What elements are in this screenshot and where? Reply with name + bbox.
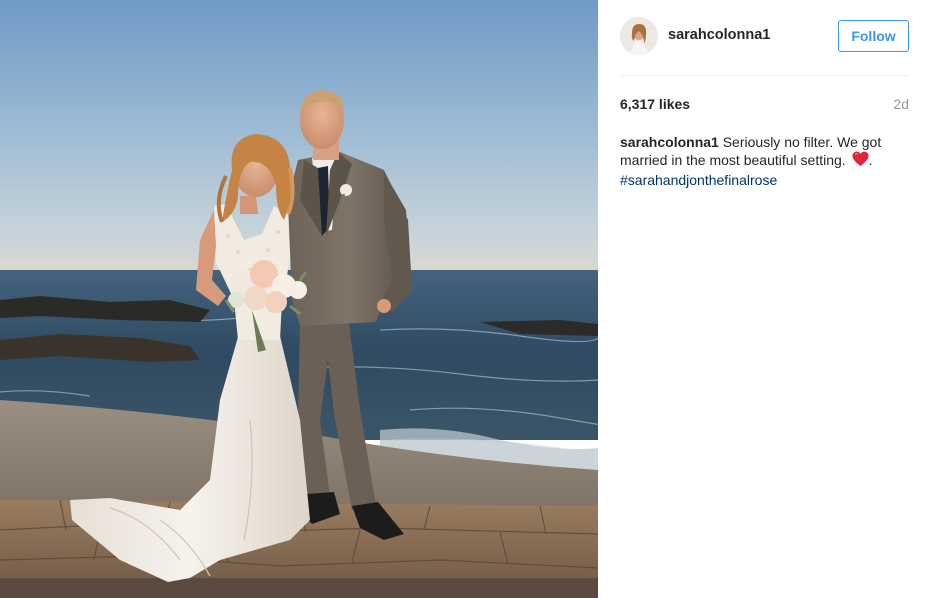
follow-button[interactable]: Follow	[838, 20, 909, 52]
red-heart-icon	[852, 151, 869, 171]
post-header: sarahcolonna1 Follow	[620, 0, 909, 76]
avatar-icon	[620, 17, 658, 55]
post-side-panel: sarahcolonna1 Follow 6,317 likes 2d sara…	[598, 0, 933, 598]
caption-trailing: .	[868, 152, 873, 168]
post-stats: 6,317 likes 2d	[620, 96, 909, 114]
instagram-post: sarahcolonna1 Follow 6,317 likes 2d sara…	[0, 0, 933, 598]
caption-username[interactable]: sarahcolonna1	[620, 134, 719, 150]
likes-count[interactable]: 6,317 likes	[620, 96, 690, 112]
post-photo[interactable]	[0, 0, 598, 598]
wedding-photo	[0, 0, 598, 598]
post-age[interactable]: 2d	[893, 96, 909, 112]
username-link[interactable]: sarahcolonna1	[668, 27, 770, 43]
post-caption: sarahcolonna1 Seriously no filter. We go…	[620, 133, 893, 189]
hashtag-link[interactable]: #sarahandjonthefinalrose	[620, 172, 777, 188]
user-avatar[interactable]	[620, 17, 658, 55]
